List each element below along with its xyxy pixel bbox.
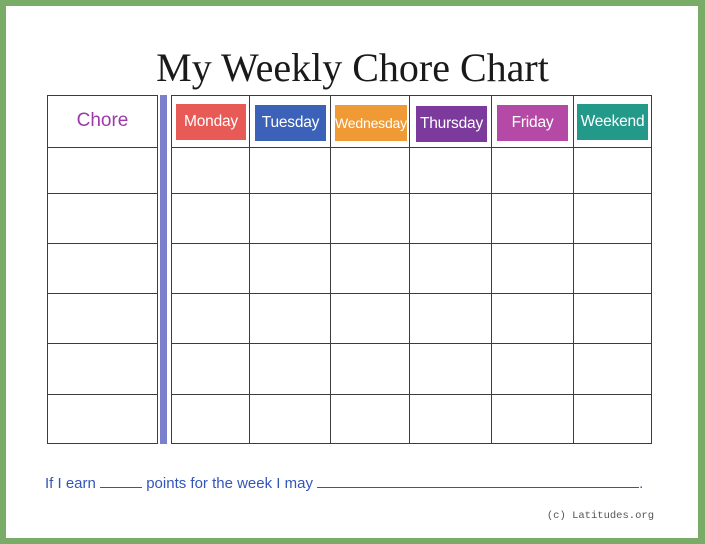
day-cell-thursday[interactable] xyxy=(411,245,490,292)
reward-statement: If I earn points for the week I may . xyxy=(45,473,643,494)
day-cell-weekend[interactable] xyxy=(575,396,650,442)
day-cell-tuesday[interactable] xyxy=(251,396,329,442)
day-cell-weekend[interactable] xyxy=(575,345,650,393)
chore-cell[interactable] xyxy=(49,295,156,342)
day-cell-wednesday[interactable] xyxy=(332,345,408,393)
day-cell-monday[interactable] xyxy=(173,149,248,192)
day-cell-friday[interactable] xyxy=(493,149,572,192)
day-cell-wednesday[interactable] xyxy=(332,245,408,292)
day-cell-weekend[interactable] xyxy=(575,149,650,192)
day-header-friday: Friday xyxy=(497,105,568,141)
day-cell-friday[interactable] xyxy=(493,396,572,442)
day-cell-friday[interactable] xyxy=(493,345,572,393)
day-cell-thursday[interactable] xyxy=(411,149,490,192)
day-cell-friday[interactable] xyxy=(493,245,572,292)
day-header-thursday: Thursday xyxy=(416,106,487,142)
chore-cell[interactable] xyxy=(49,396,156,442)
chore-row-line xyxy=(47,95,158,97)
day-cell-friday[interactable] xyxy=(493,195,572,242)
copyright-text: (c) Latitudes.org xyxy=(546,510,654,522)
day-cell-monday[interactable] xyxy=(173,245,248,292)
day-header-weekend: Weekend xyxy=(577,104,648,140)
chore-cell[interactable] xyxy=(49,149,156,192)
chore-cell[interactable] xyxy=(49,245,156,292)
day-cell-monday[interactable] xyxy=(173,195,248,242)
day-cell-monday[interactable] xyxy=(173,295,248,342)
reward-text-end: . xyxy=(639,475,644,492)
reward-text-part1: If I earn xyxy=(45,475,96,492)
chore-row-line xyxy=(47,443,158,445)
day-cell-weekend[interactable] xyxy=(575,195,650,242)
day-cell-thursday[interactable] xyxy=(411,345,490,393)
points-blank[interactable] xyxy=(100,473,143,488)
divider-bar xyxy=(160,95,167,444)
page-title: My Weekly Chore Chart xyxy=(156,45,549,90)
day-cell-tuesday[interactable] xyxy=(251,245,329,292)
day-cell-thursday[interactable] xyxy=(411,396,490,442)
day-cell-tuesday[interactable] xyxy=(251,345,329,393)
day-cell-tuesday[interactable] xyxy=(251,195,329,242)
day-cell-wednesday[interactable] xyxy=(332,195,408,242)
day-cell-weekend[interactable] xyxy=(575,245,650,292)
day-cell-wednesday[interactable] xyxy=(332,295,408,342)
day-cell-wednesday[interactable] xyxy=(332,149,408,192)
day-header-tuesday: Tuesday xyxy=(255,105,326,141)
day-cell-tuesday[interactable] xyxy=(251,295,329,342)
day-cell-monday[interactable] xyxy=(173,345,248,393)
day-cell-friday[interactable] xyxy=(493,295,572,342)
reward-blank[interactable] xyxy=(317,473,640,488)
day-header-wednesday: Wednesday xyxy=(335,105,407,141)
day-cell-thursday[interactable] xyxy=(411,195,490,242)
chore-cell[interactable] xyxy=(49,195,156,242)
chore-cell[interactable] xyxy=(49,345,156,393)
column-line xyxy=(157,95,159,444)
day-cell-wednesday[interactable] xyxy=(332,396,408,442)
column-line xyxy=(651,95,653,444)
day-header-monday: Monday xyxy=(176,104,246,140)
day-row-line xyxy=(171,95,652,97)
day-cell-monday[interactable] xyxy=(173,396,248,442)
day-cell-weekend[interactable] xyxy=(575,295,650,342)
chore-column-header: Chore xyxy=(76,110,129,131)
day-cell-thursday[interactable] xyxy=(411,295,490,342)
day-row-line xyxy=(171,443,652,445)
day-cell-tuesday[interactable] xyxy=(251,149,329,192)
reward-text-part2: points for the week I may xyxy=(146,475,313,492)
